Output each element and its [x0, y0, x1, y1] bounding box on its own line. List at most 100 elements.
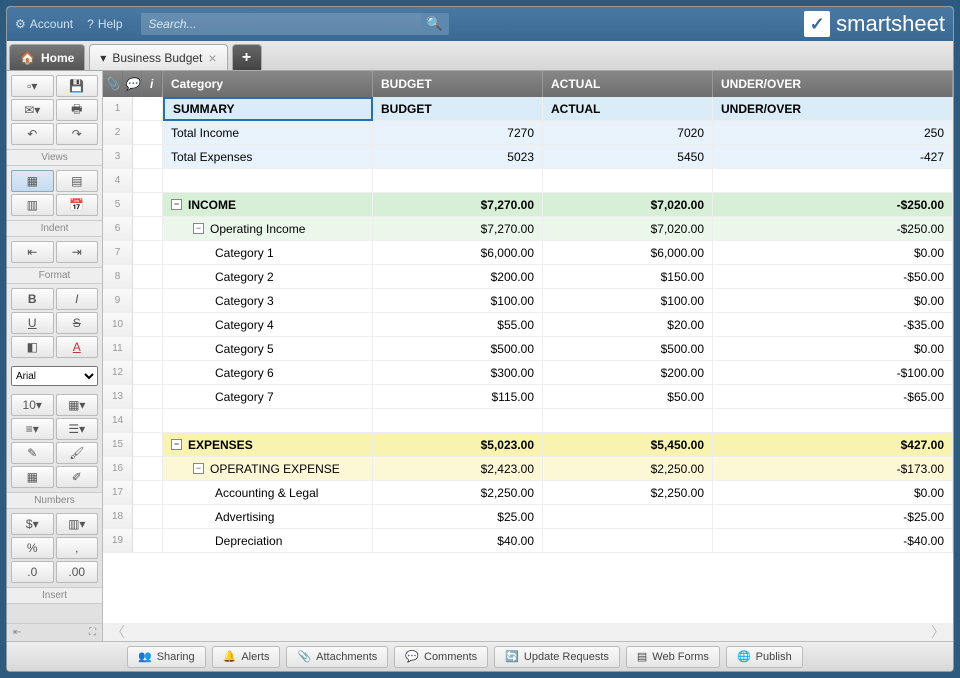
table-row[interactable]: 19Depreciation$40.00-$40.00 [103, 529, 953, 553]
format-painter-button[interactable]: 🖌 [56, 442, 99, 464]
strike-button[interactable]: S [56, 312, 99, 334]
table-row[interactable]: 8Category 2$200.00$150.00-$50.00 [103, 265, 953, 289]
cell-budget[interactable]: 5023 [373, 145, 543, 169]
cell-underover[interactable]: -$173.00 [713, 457, 953, 481]
table-row[interactable]: 11Category 5$500.00$500.00$0.00 [103, 337, 953, 361]
cell-category[interactable]: Depreciation [163, 529, 373, 553]
help-link[interactable]: ?Help [87, 17, 122, 31]
gantt-view-button[interactable]: ▤ [56, 170, 99, 192]
card-view-button[interactable]: ▥ [11, 194, 54, 216]
border-button[interactable]: ▦▾ [56, 394, 99, 416]
currency-button[interactable]: $▾ [11, 513, 54, 535]
tab-home[interactable]: 🏠Home [9, 44, 85, 70]
row-number[interactable]: 14 [103, 409, 133, 433]
cell-actual[interactable] [543, 505, 713, 529]
cell-budget[interactable]: $2,423.00 [373, 457, 543, 481]
table-row[interactable]: 15−EXPENSES$5,023.00$5,450.00$427.00 [103, 433, 953, 457]
cell-underover[interactable]: -$250.00 [713, 193, 953, 217]
cell-budget[interactable]: BUDGET [373, 97, 543, 121]
cell-budget[interactable]: $25.00 [373, 505, 543, 529]
cell-budget[interactable]: $6,000.00 [373, 241, 543, 265]
grid-view-button[interactable]: ▦ [11, 170, 54, 192]
clear-format-button[interactable]: ✐ [56, 466, 99, 488]
row-number[interactable]: 3 [103, 145, 133, 169]
font-select[interactable]: Arial [11, 366, 98, 386]
cell-underover[interactable]: -$250.00 [713, 217, 953, 241]
update-requests-button[interactable]: 🔄Update Requests [494, 646, 620, 668]
table-row[interactable]: 13 Category 7$115.00$50.00-$65.00 [103, 385, 953, 409]
row-number[interactable]: 10 [103, 313, 133, 337]
collapse-icon[interactable]: − [171, 199, 182, 210]
cell-category[interactable]: Category 1 [163, 241, 373, 265]
cell-budget[interactable]: $5,023.00 [373, 433, 543, 457]
bold-button[interactable]: B [11, 288, 54, 310]
save-button[interactable]: 💾 [56, 75, 99, 97]
indent-button[interactable]: ⇥ [56, 241, 99, 263]
cond-format-button[interactable]: ▦ [11, 466, 54, 488]
cell-budget[interactable] [373, 409, 543, 433]
cell-actual[interactable]: 5450 [543, 145, 713, 169]
row-number[interactable]: 1 [103, 97, 133, 121]
col-header-actual[interactable]: ACTUAL [543, 71, 713, 97]
row-number[interactable]: 15 [103, 433, 133, 457]
row-number[interactable]: 13 [103, 385, 133, 409]
row-number[interactable]: 4 [103, 169, 133, 193]
new-sheet-button[interactable]: ▫▾ [11, 75, 54, 97]
cell-actual[interactable]: $50.00 [543, 385, 713, 409]
cell-category[interactable]: Category 2 [163, 265, 373, 289]
cell-underover[interactable]: $0.00 [713, 289, 953, 313]
calendar-view-button[interactable]: 📅 [56, 194, 99, 216]
cell-budget[interactable]: $115.00 [373, 385, 543, 409]
cell-budget[interactable]: $2,250.00 [373, 481, 543, 505]
sharing-button[interactable]: 👥Sharing [127, 646, 206, 668]
table-row[interactable]: 9Category 3$100.00$100.00$0.00 [103, 289, 953, 313]
col-header-underover[interactable]: UNDER/OVER [713, 71, 953, 97]
dec-increase-button[interactable]: .0 [11, 561, 54, 583]
row-number[interactable]: 9 [103, 289, 133, 313]
cell-budget[interactable]: $7,270.00 [373, 217, 543, 241]
cell-underover[interactable]: -$35.00 [713, 313, 953, 337]
cell-underover[interactable]: UNDER/OVER [713, 97, 953, 121]
info-col-icon[interactable]: i [142, 71, 162, 97]
cell-category[interactable]: Accounting & Legal [163, 481, 373, 505]
row-number[interactable]: 7 [103, 241, 133, 265]
cell-budget[interactable]: $500.00 [373, 337, 543, 361]
cell-category[interactable]: Category 4 [163, 313, 373, 337]
horizontal-scrollbar[interactable]: 〈〉 [103, 623, 953, 641]
row-number[interactable]: 5 [103, 193, 133, 217]
cell-budget[interactable]: $100.00 [373, 289, 543, 313]
cell-actual[interactable]: $100.00 [543, 289, 713, 313]
align-v-button[interactable]: ☰▾ [56, 418, 99, 440]
cell-actual[interactable]: 7020 [543, 121, 713, 145]
cell-category[interactable]: Category 3 [163, 289, 373, 313]
row-number[interactable]: 11 [103, 337, 133, 361]
cell-underover[interactable]: 250 [713, 121, 953, 145]
comment-col-icon[interactable]: 💬 [123, 71, 143, 97]
cell-category[interactable]: Category 5 [163, 337, 373, 361]
cell-actual[interactable]: $20.00 [543, 313, 713, 337]
cell-budget[interactable]: $40.00 [373, 529, 543, 553]
row-number[interactable]: 17 [103, 481, 133, 505]
date-format-button[interactable]: ▥▾ [56, 513, 99, 535]
highlight-button[interactable]: ✎ [11, 442, 54, 464]
table-row[interactable]: 5−INCOME$7,270.00$7,020.00-$250.00 [103, 193, 953, 217]
table-row[interactable]: 18Advertising$25.00-$25.00 [103, 505, 953, 529]
cell-category[interactable]: Category 7 [163, 385, 373, 409]
row-number[interactable]: 19 [103, 529, 133, 553]
tab-add[interactable]: + [232, 44, 262, 70]
cell-actual[interactable]: $5,450.00 [543, 433, 713, 457]
search-button[interactable]: 🔍 [421, 13, 449, 35]
outdent-button[interactable]: ⇤ [11, 241, 54, 263]
cell-actual[interactable] [543, 169, 713, 193]
web-forms-button[interactable]: ▤Web Forms [626, 646, 720, 668]
tab-sheet[interactable]: ▾Business Budget× [89, 44, 227, 70]
scroll-right-icon[interactable]: 〉 [931, 622, 945, 641]
col-header-budget[interactable]: BUDGET [373, 71, 543, 97]
cell-category[interactable]: Category 6 [163, 361, 373, 385]
search-input[interactable] [141, 13, 421, 35]
cell-budget[interactable]: $200.00 [373, 265, 543, 289]
table-row[interactable]: 12Category 6$300.00$200.00-$100.00 [103, 361, 953, 385]
cell-budget[interactable]: $55.00 [373, 313, 543, 337]
undo-button[interactable]: ↶ [11, 123, 54, 145]
cell-underover[interactable]: -$65.00 [713, 385, 953, 409]
